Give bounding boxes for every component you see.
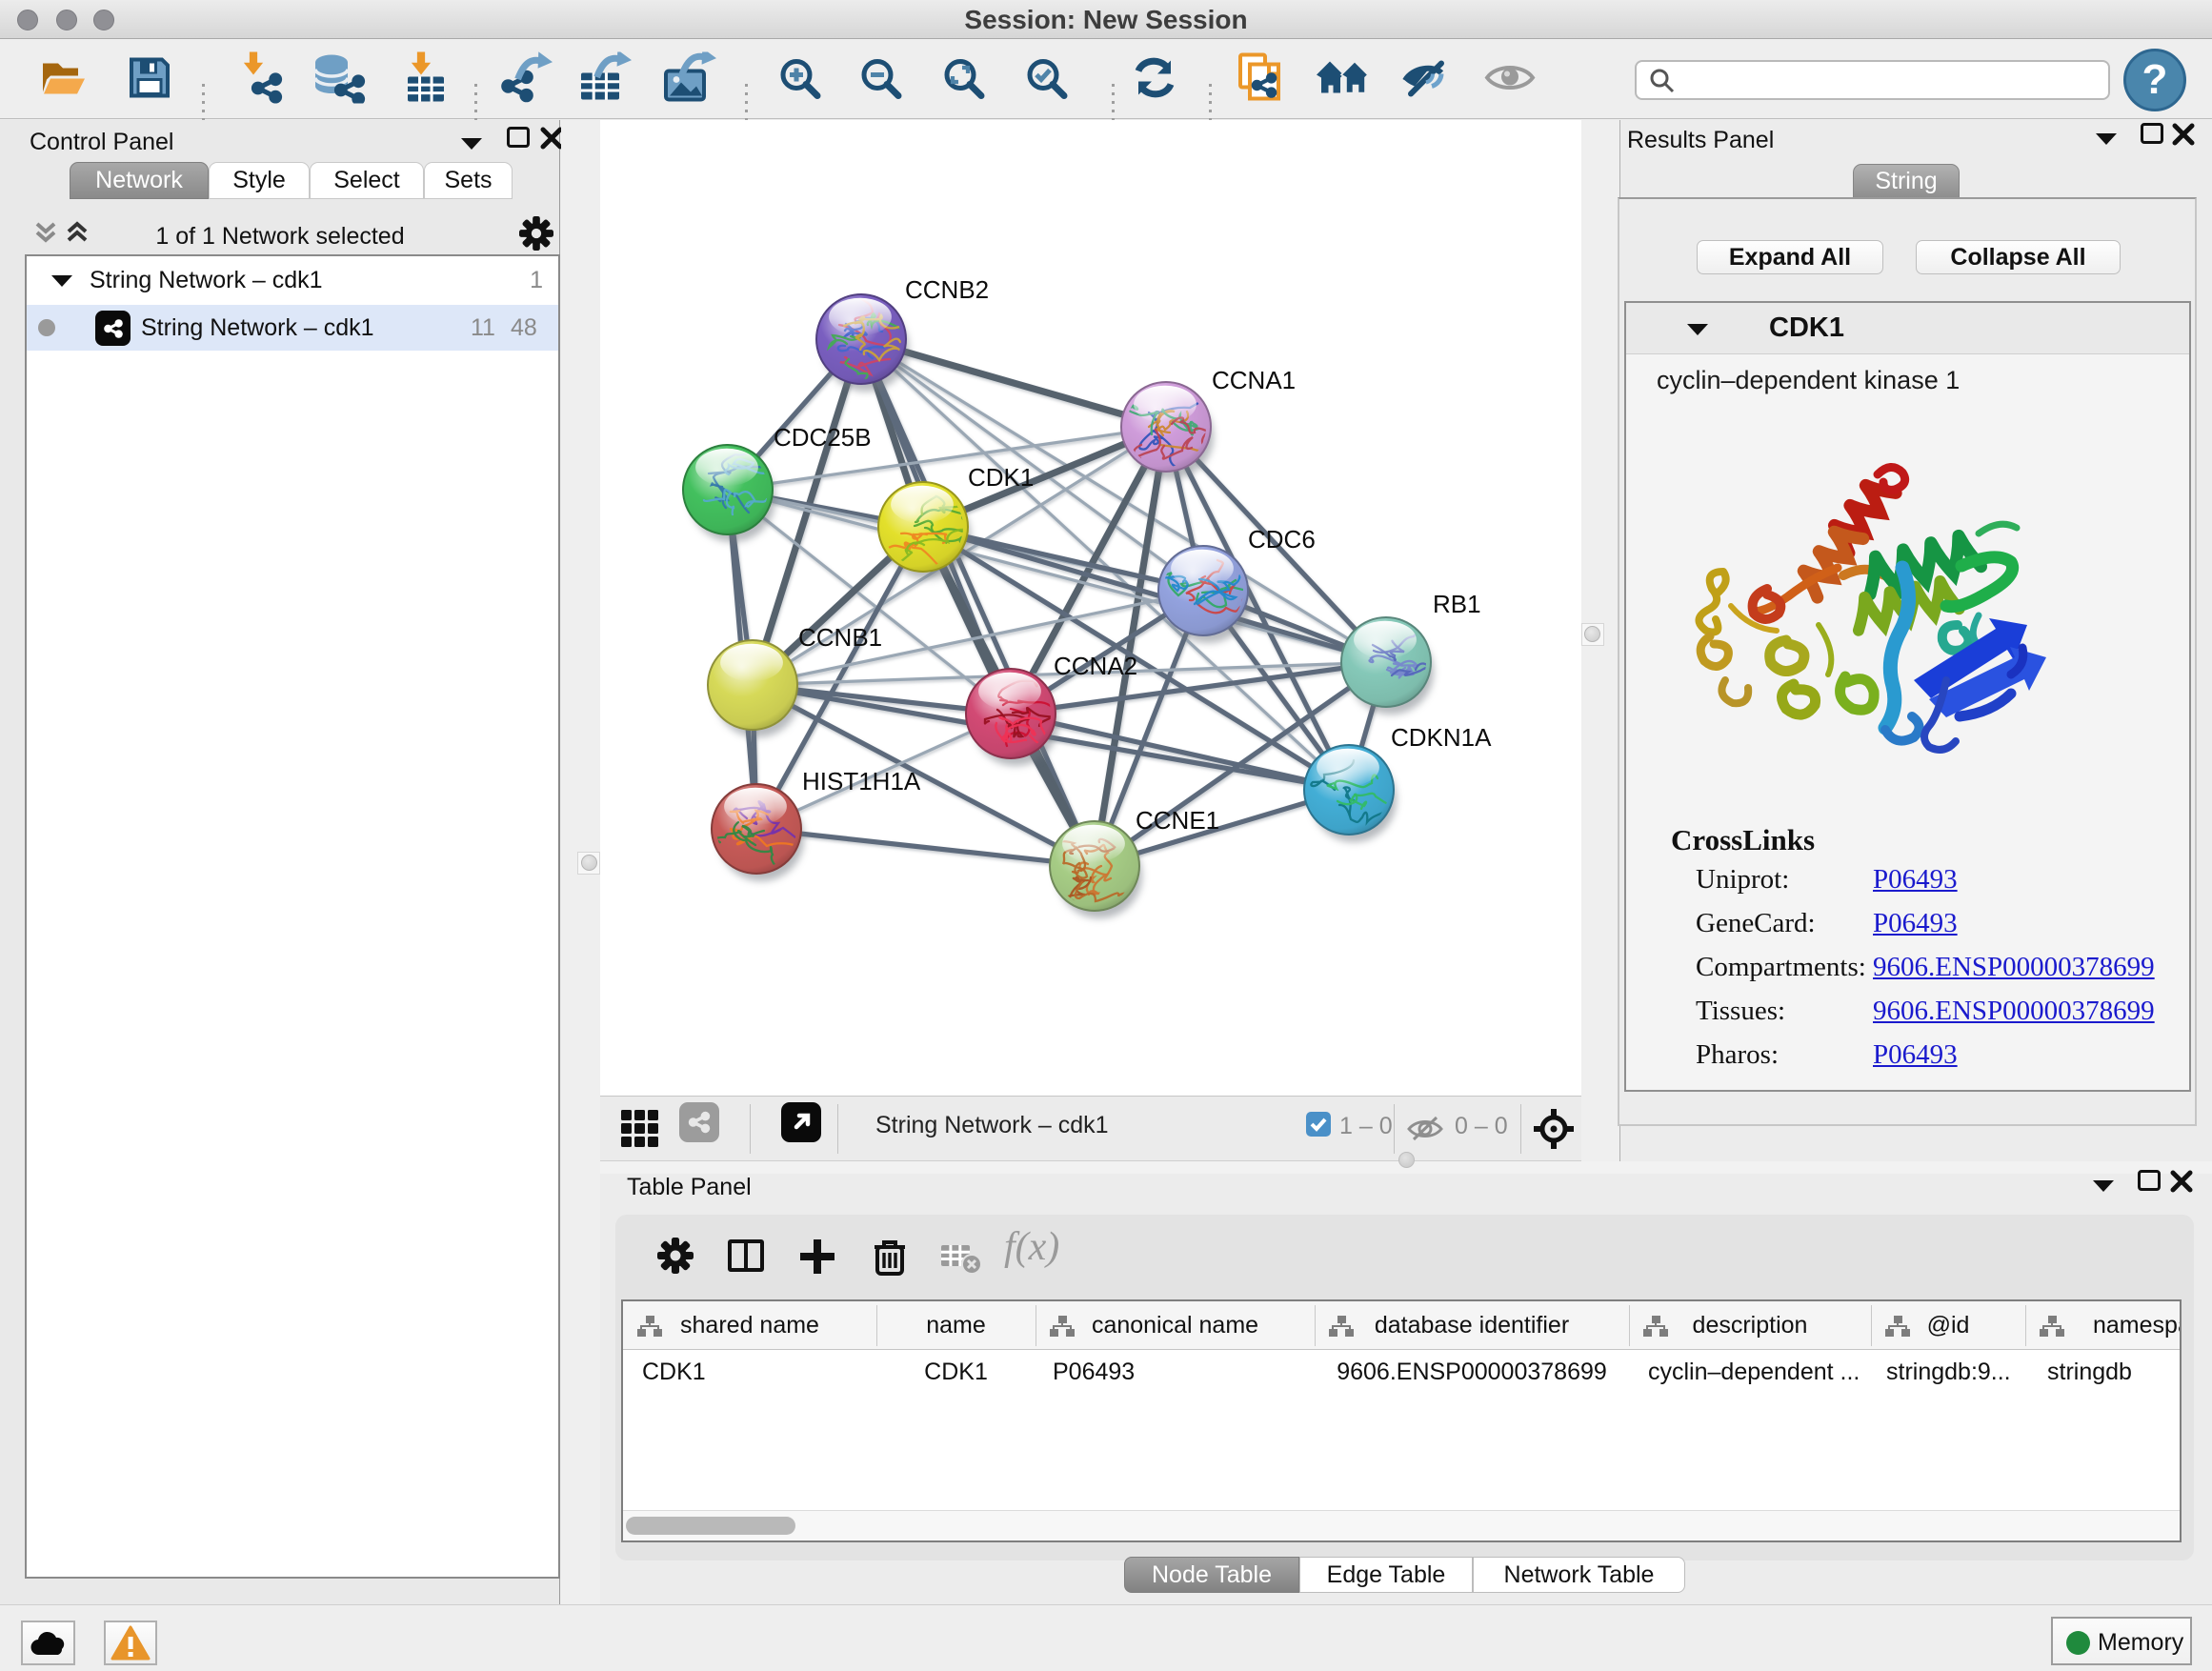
svg-text:CDC6: CDC6 (1248, 525, 1316, 554)
svg-text:CCNB2: CCNB2 (905, 275, 989, 304)
svg-text:CCNB1: CCNB1 (798, 623, 882, 652)
svg-text:CDK1: CDK1 (968, 463, 1034, 492)
svg-text:CDC25B: CDC25B (774, 423, 872, 452)
svg-text:CCNA1: CCNA1 (1212, 366, 1296, 394)
svg-text:RB1: RB1 (1433, 590, 1481, 618)
svg-text:CDKN1A: CDKN1A (1391, 723, 1492, 752)
svg-text:CCNE1: CCNE1 (1136, 806, 1219, 835)
svg-text:HIST1H1A: HIST1H1A (802, 767, 921, 795)
svg-text:CCNA2: CCNA2 (1054, 652, 1137, 680)
